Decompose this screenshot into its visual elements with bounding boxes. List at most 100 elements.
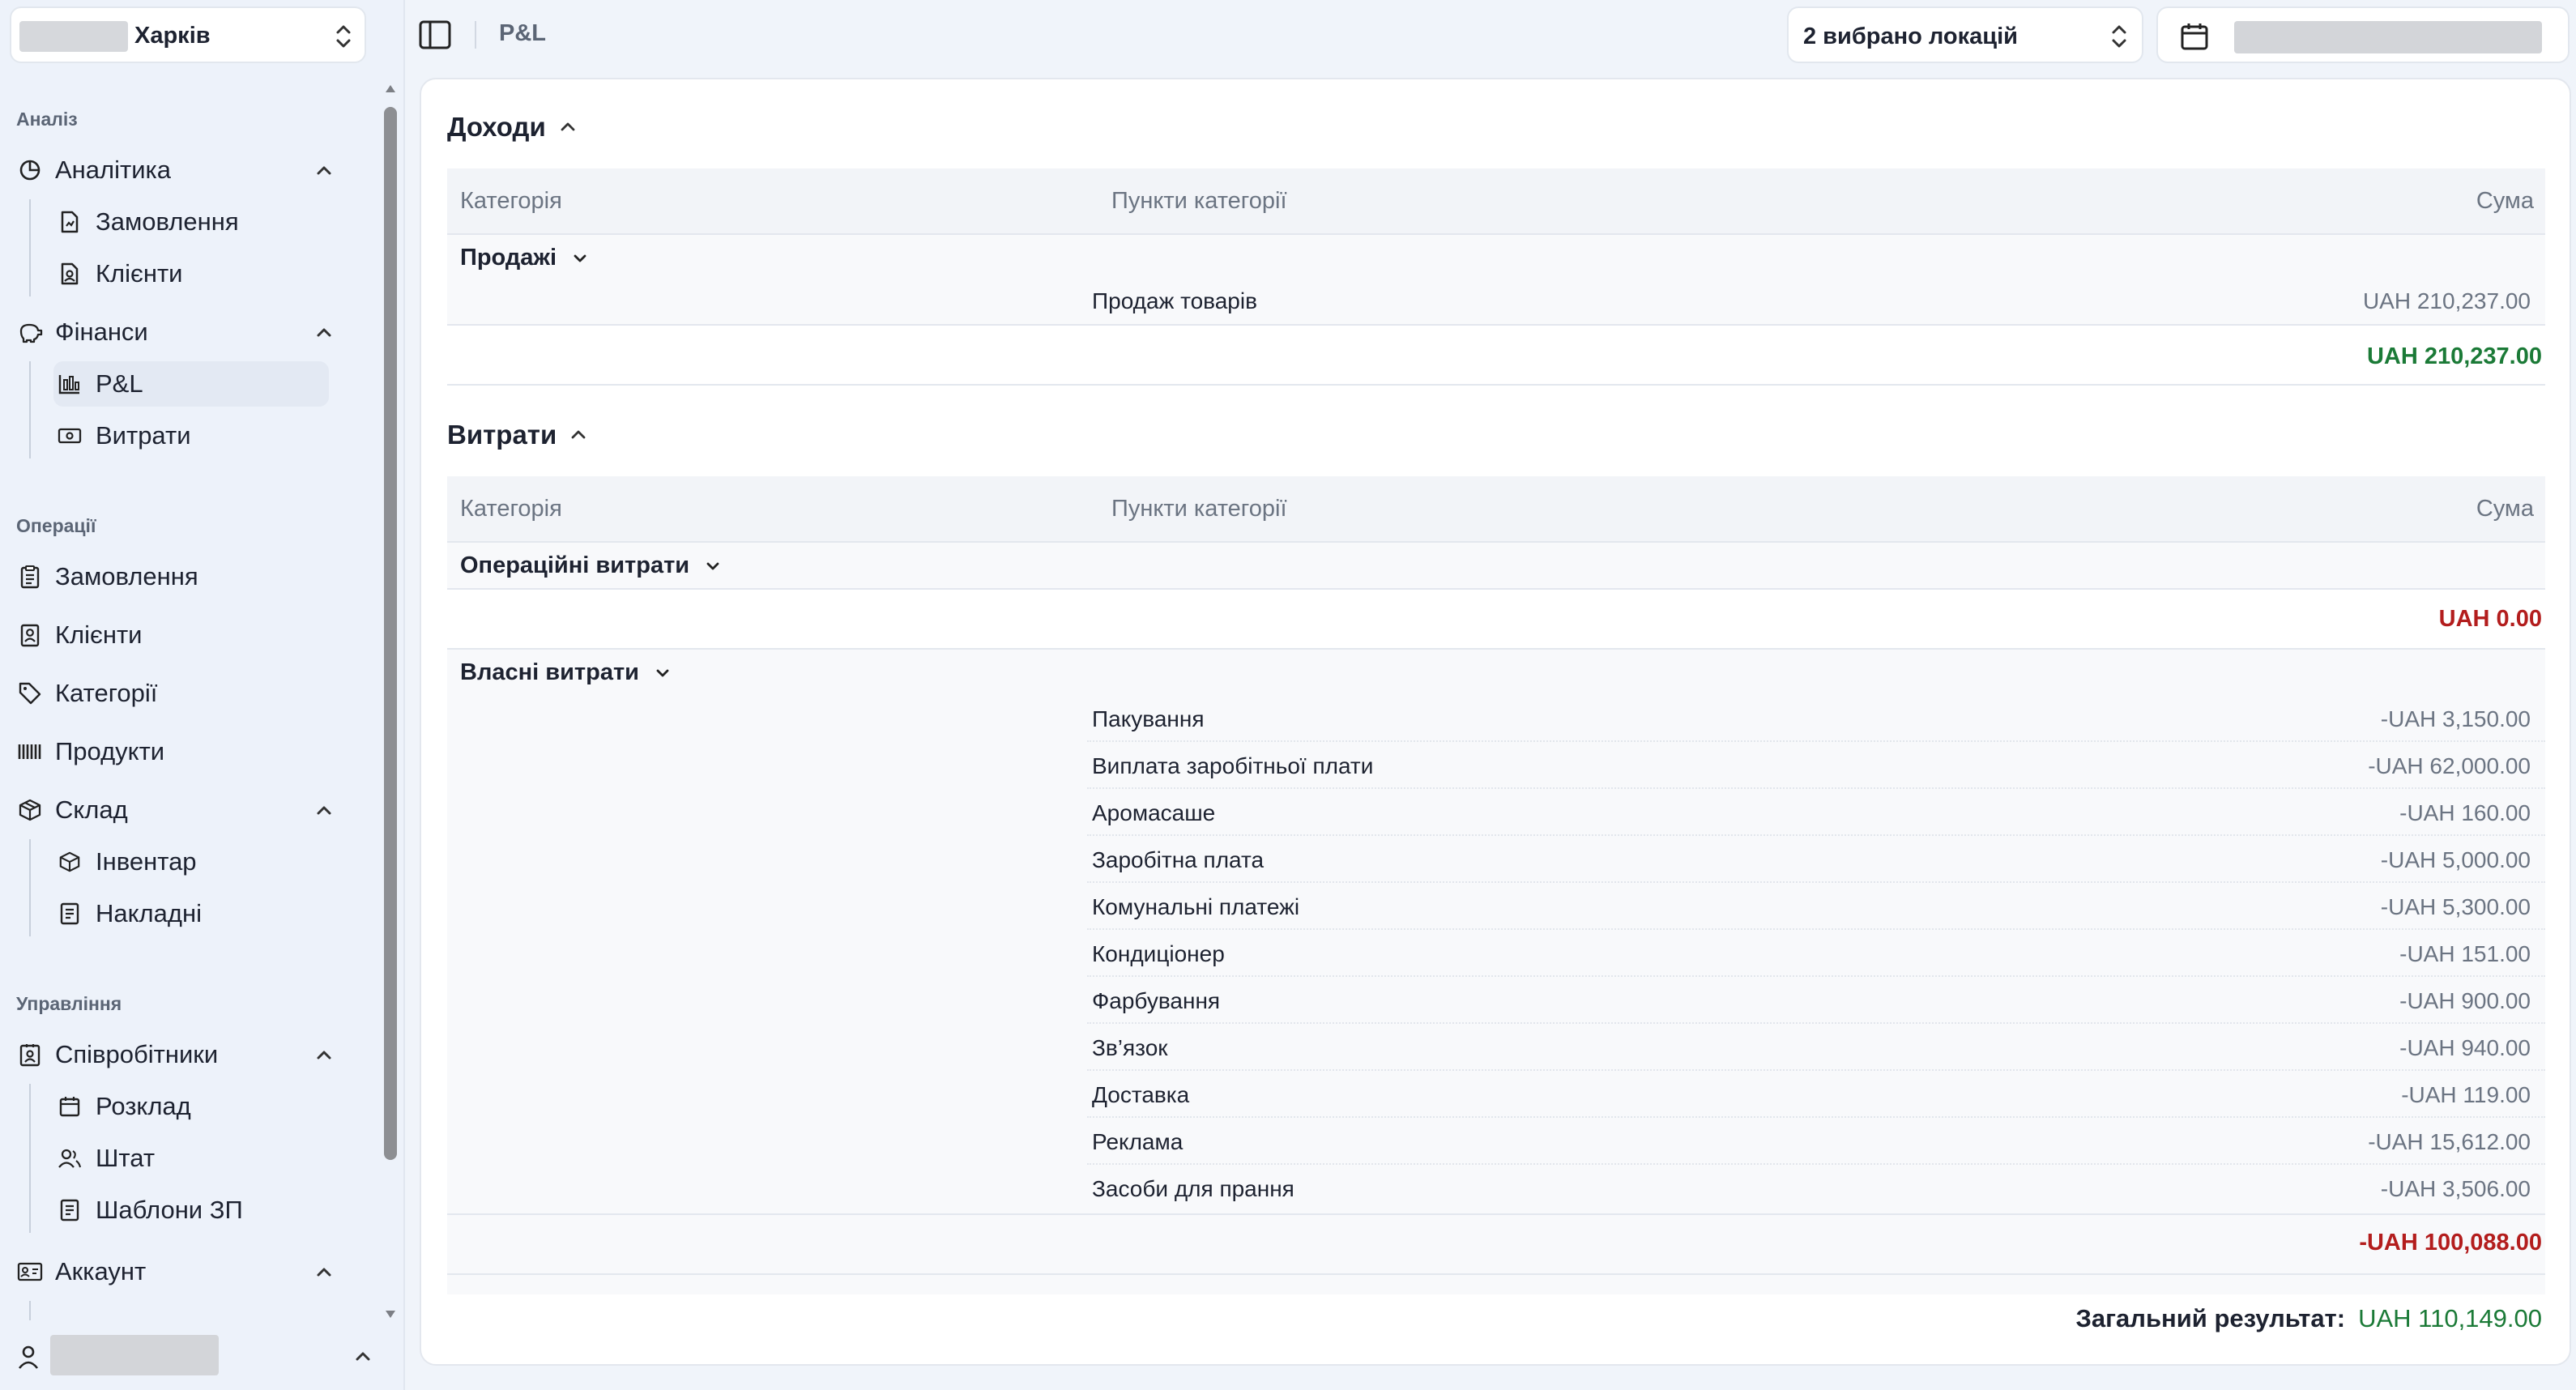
- item-value: -UAH 151.00: [2399, 941, 2531, 966]
- chevron-up-icon[interactable]: [311, 157, 337, 183]
- sidebar-item-expenses[interactable]: Витрати: [53, 413, 329, 458]
- breadcrumb: P&L: [499, 20, 546, 46]
- divider: [447, 1273, 2545, 1275]
- grand-total-value: UAH 110,149.00: [2358, 1304, 2542, 1332]
- column-header-items: Пункти категорії: [1111, 188, 1287, 214]
- sidebar-item-salary-templates[interactable]: Шаблони ЗП: [53, 1187, 329, 1233]
- sidebar-item-employees[interactable]: Співробітники: [16, 1032, 356, 1077]
- category-toggle-sales[interactable]: Продажі: [460, 245, 589, 271]
- user-icon: [18, 1345, 39, 1369]
- sidebar-item-analytics-clients[interactable]: Клієнти: [53, 251, 329, 296]
- expenses-title: Витрати: [447, 420, 557, 450]
- sidebar-item-label: Клієнти: [96, 259, 183, 288]
- list-item: Фарбування -UAH 900.00: [1087, 977, 2545, 1024]
- account-card-icon: [16, 1258, 44, 1286]
- barcode-icon: [16, 738, 44, 765]
- tree-line: [29, 1301, 31, 1320]
- category-toggle-own[interactable]: Власні витрати: [460, 659, 672, 686]
- income-title: Доходи: [447, 112, 546, 142]
- sidebar-item-label: P&L: [96, 369, 143, 398]
- sidebar-item-label: Аккаунт: [55, 1257, 147, 1286]
- list-item: Виплата заробітньої плати -UAH 62,000.00: [1087, 742, 2545, 789]
- divider: [447, 1213, 2545, 1215]
- item-value: -UAH 62,000.00: [2368, 753, 2531, 778]
- sidebar-item-pl[interactable]: P&L: [53, 361, 329, 407]
- tree-line: [29, 1084, 31, 1233]
- sidebar-item-label: Продукти: [55, 737, 165, 765]
- sidebar-scrollbar[interactable]: [381, 78, 400, 1320]
- item-value: -UAH 3,150.00: [2380, 706, 2531, 731]
- location-label: Харків: [134, 23, 211, 49]
- item-value: -UAH 5,000.00: [2380, 847, 2531, 872]
- sidebar-toggle-icon[interactable]: [418, 19, 452, 50]
- column-header-category: Категорія: [460, 496, 562, 522]
- sidebar-item-label: Штат: [96, 1144, 156, 1172]
- item-name: Аромасаше: [1092, 800, 1216, 825]
- chevron-up-icon[interactable]: [311, 319, 337, 345]
- tag-icon: [16, 680, 44, 707]
- list-item: Продаж товарів UAH 210,237.00: [1087, 277, 2545, 324]
- sidebar-item-invoices[interactable]: Накладні: [53, 891, 329, 936]
- category-name: Операційні витрати: [460, 552, 690, 578]
- locations-select[interactable]: 2 вибрано локацій: [1787, 6, 2143, 63]
- tree-line: [29, 361, 31, 458]
- category-name: Власні витрати: [460, 659, 639, 685]
- chevron-up-icon: [571, 430, 586, 439]
- chevron-up-icon[interactable]: [311, 1259, 337, 1285]
- user-menu[interactable]: [0, 1328, 397, 1385]
- divider: [447, 384, 2545, 386]
- chevron-up-icon[interactable]: [311, 1042, 337, 1068]
- column-header-sum: Сума: [2476, 188, 2534, 214]
- document-icon: [57, 1197, 83, 1223]
- item-value: -UAH 160.00: [2399, 800, 2531, 825]
- sidebar-item-staff[interactable]: Штат: [53, 1136, 329, 1181]
- chevron-up-icon[interactable]: [350, 1343, 376, 1369]
- sidebar-item-warehouse[interactable]: Склад: [16, 787, 356, 833]
- item-name: Фарбування: [1092, 988, 1221, 1013]
- sidebar-item-orders[interactable]: Замовлення: [16, 554, 356, 599]
- sidebar-item-clients[interactable]: Клієнти: [16, 612, 356, 658]
- calendar-icon: [2181, 23, 2208, 50]
- pl-report-card: Доходи Категорія Пункти категорії Сума П…: [420, 78, 2571, 1366]
- scroll-down-arrow-icon[interactable]: [384, 1309, 397, 1320]
- item-value: UAH 210,237.00: [2362, 288, 2531, 313]
- item-value: -UAH 940.00: [2399, 1035, 2531, 1060]
- item-name: Заробітна плата: [1092, 847, 1265, 872]
- sidebar-item-finance[interactable]: Фінанси: [16, 309, 356, 355]
- category-toggle-operational[interactable]: Операційні витрати: [460, 552, 722, 579]
- pie-chart-icon: [16, 156, 44, 184]
- id-badge-icon: [16, 1041, 44, 1068]
- sidebar-item-analytics[interactable]: Аналітика: [16, 147, 356, 193]
- section-label-analysis: Аналіз: [16, 109, 78, 130]
- income-section-toggle[interactable]: Доходи: [447, 112, 578, 143]
- sidebar-item-products[interactable]: Продукти: [16, 729, 356, 774]
- expenses-section-toggle[interactable]: Витрати: [447, 420, 589, 450]
- sidebar-nav[interactable]: Аналіз Аналітика Замовлення Клієнти Фіна…: [0, 78, 381, 1320]
- sidebar-item-inventory[interactable]: Інвентар: [53, 839, 329, 885]
- item-name: Доставка: [1092, 1082, 1190, 1107]
- sidebar-item-account[interactable]: Аккаунт: [16, 1249, 356, 1294]
- calendar-icon: [57, 1094, 83, 1119]
- item-value: -UAH 15,612.00: [2368, 1129, 2531, 1154]
- user-chart-icon: [57, 261, 83, 287]
- sidebar-item-label: Витрати: [96, 421, 191, 450]
- sidebar-item-analytics-orders[interactable]: Замовлення: [53, 199, 329, 245]
- sidebar-item-label: Співробітники: [55, 1040, 219, 1068]
- list-item: Кондиціонер -UAH 151.00: [1087, 930, 2545, 977]
- scrollbar-thumb[interactable]: [384, 107, 397, 1160]
- item-value: -UAH 5,300.00: [2380, 894, 2531, 919]
- divider: [475, 21, 476, 49]
- location-select[interactable]: Харків: [10, 6, 366, 63]
- list-item: Доставка -UAH 119.00: [1087, 1071, 2545, 1118]
- sidebar-item-label: Замовлення: [55, 562, 198, 591]
- chevron-down-icon: [574, 254, 586, 262]
- column-header-items: Пункти категорії: [1111, 496, 1287, 522]
- scroll-up-arrow-icon[interactable]: [384, 83, 397, 94]
- list-item: Комунальні платежі -UAH 5,300.00: [1087, 883, 2545, 930]
- sidebar-item-schedule[interactable]: Розклад: [53, 1084, 329, 1129]
- item-name: Пакування: [1092, 706, 1205, 731]
- sidebar-item-categories[interactable]: Категорії: [16, 671, 356, 716]
- chevron-up-icon[interactable]: [311, 797, 337, 823]
- banknote-icon: [57, 423, 83, 449]
- date-range-picker[interactable]: [2156, 6, 2570, 63]
